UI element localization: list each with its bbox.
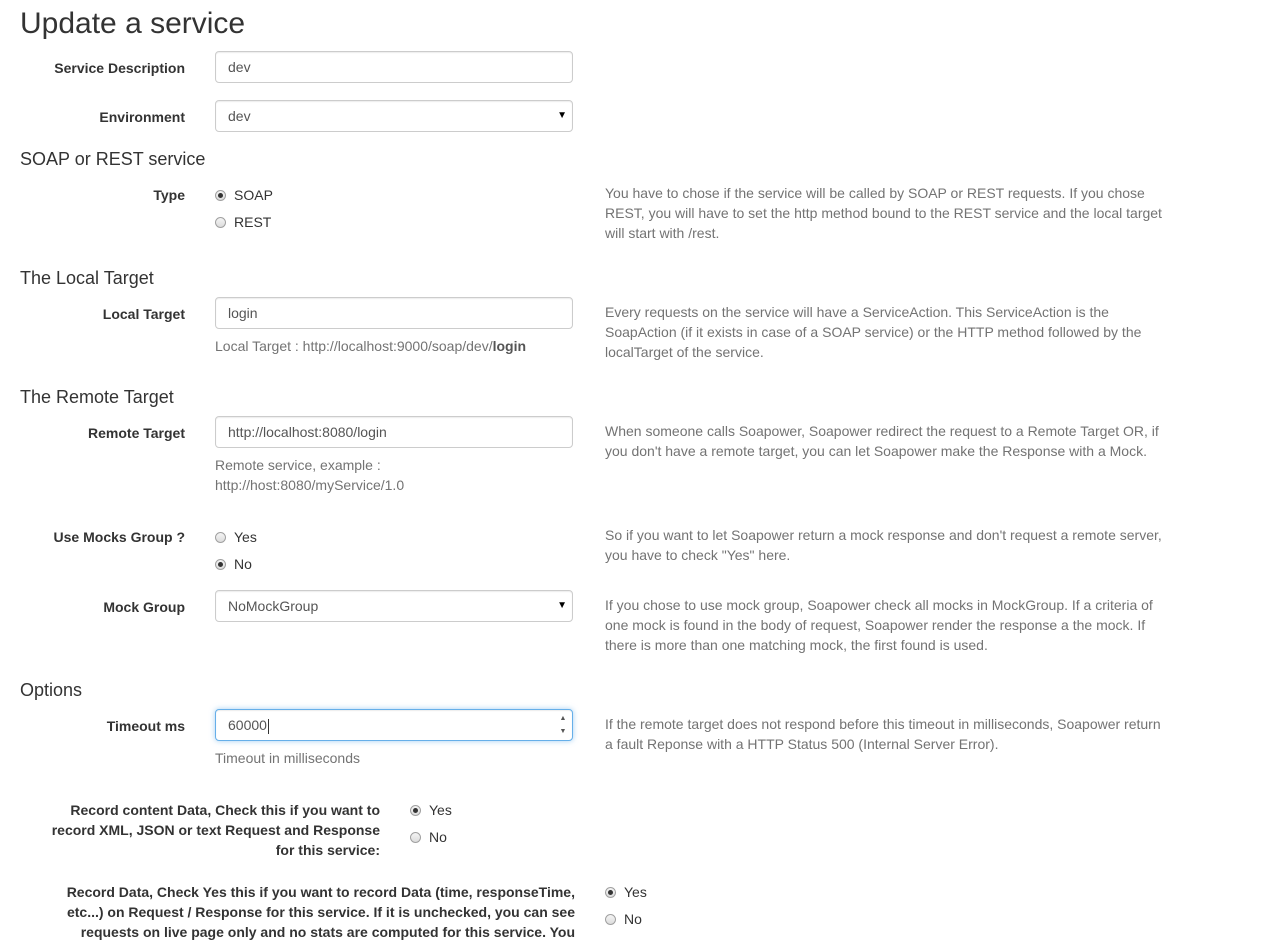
mocks-group-radio-no[interactable]: No (215, 554, 252, 574)
local-target-section-title: The Local Target (20, 268, 154, 288)
record-content-radio-yes[interactable]: Yes (410, 800, 452, 820)
record-data-label-line3: requests on live page only and no stats … (80, 924, 575, 940)
page-title: Update a service (20, 7, 246, 40)
environment-label: Environment (99, 109, 185, 125)
mocks-group-radio-no-label: No (234, 556, 252, 572)
timeout-input[interactable]: 60000 ▲ ▼ (215, 709, 573, 741)
record-content-label-line2: record XML, JSON or text Request and Res… (51, 822, 380, 838)
record-data-radio-yes-label: Yes (624, 884, 647, 900)
radio-unchecked-icon[interactable] (215, 532, 226, 543)
remote-target-section-title: The Remote Target (20, 387, 174, 407)
mocks-group-radio-yes[interactable]: Yes (215, 527, 257, 547)
environment-value: dev (228, 108, 251, 124)
timeout-label: Timeout ms (106, 718, 185, 734)
remote-target-input[interactable]: http://localhost:8080/login (215, 416, 573, 448)
remote-target-value: http://localhost:8080/login (228, 424, 387, 440)
chevron-down-icon: ▼ (557, 110, 567, 121)
options-section-title: Options (20, 680, 83, 700)
local-target-help-bold: login (492, 338, 527, 354)
timeout-description: If the remote target does not respond be… (605, 716, 1161, 752)
spinner-up-icon[interactable]: ▲ (557, 712, 569, 725)
remote-target-label: Remote Target (88, 425, 185, 441)
remote-target-description: When someone calls Soapower, Soapower re… (605, 423, 1159, 459)
number-spinner[interactable]: ▲ ▼ (557, 712, 569, 738)
record-data-radio-yes[interactable]: Yes (605, 882, 647, 902)
type-radio-soap-label: SOAP (234, 187, 273, 203)
type-radio-soap[interactable]: SOAP (215, 185, 273, 205)
use-mocks-group-description: So if you want to let Soapower return a … (605, 527, 1162, 563)
mock-group-select[interactable]: NoMockGroup ▼ (215, 590, 573, 622)
type-label: Type (153, 187, 185, 203)
type-radio-rest[interactable]: REST (215, 212, 271, 232)
service-description-value: dev (228, 59, 251, 75)
local-target-help-prefix: Local Target : http://localhost:9000/soa… (215, 338, 493, 354)
mock-group-label: Mock Group (103, 599, 185, 615)
remote-target-help-line2: http://host:8080/myService/1.0 (215, 477, 405, 493)
local-target-value: login (228, 305, 258, 321)
type-radio-rest-label: REST (234, 214, 272, 230)
service-description-label: Service Description (54, 60, 185, 76)
record-data-radio-no[interactable]: No (605, 909, 642, 929)
record-content-radio-no[interactable]: No (410, 827, 447, 847)
spinner-down-icon[interactable]: ▼ (557, 725, 569, 738)
local-target-input[interactable]: login (215, 297, 573, 329)
radio-unchecked-icon[interactable] (410, 832, 421, 843)
local-target-label: Local Target (102, 306, 185, 322)
radio-checked-icon[interactable] (605, 887, 616, 898)
environment-select[interactable]: dev ▼ (215, 100, 573, 132)
record-content-radio-yes-label: Yes (429, 802, 452, 818)
use-mocks-group-label: Use Mocks Group ? (53, 529, 185, 545)
record-content-label-line1: Record content Data, Check this if you w… (70, 802, 380, 818)
record-content-label: Record content Data, Check this if you w… (20, 800, 380, 860)
soap-rest-section-title: SOAP or REST service (20, 149, 206, 169)
service-description-input[interactable]: dev (215, 51, 573, 83)
record-data-label-line1: Record Data, Check Yes this if you want … (66, 884, 575, 900)
mock-group-description: If you chose to use mock group, Soapower… (605, 597, 1153, 653)
record-data-label: Record Data, Check Yes this if you want … (20, 882, 575, 942)
mocks-group-radio-yes-label: Yes (234, 529, 257, 545)
record-content-label-line3: for this service: (275, 842, 380, 858)
mock-group-value: NoMockGroup (228, 598, 319, 614)
remote-target-help-line1: Remote service, example : (215, 457, 381, 473)
radio-checked-icon[interactable] (215, 559, 226, 570)
timeout-value: 60000 (228, 717, 267, 733)
radio-checked-icon[interactable] (215, 190, 226, 201)
record-data-label-line2: etc...) on Request / Response for this s… (66, 904, 575, 920)
radio-checked-icon[interactable] (410, 805, 421, 816)
type-description: You have to chose if the service will be… (605, 185, 1162, 241)
local-target-help: Local Target : http://localhost:9000/soa… (215, 336, 526, 356)
radio-unchecked-icon[interactable] (605, 914, 616, 925)
radio-unchecked-icon[interactable] (215, 217, 226, 228)
chevron-down-icon: ▼ (557, 600, 567, 611)
local-target-description: Every requests on the service will have … (605, 304, 1142, 360)
record-content-radio-no-label: No (429, 829, 447, 845)
timeout-help: Timeout in milliseconds (215, 750, 360, 766)
record-data-radio-no-label: No (624, 911, 642, 927)
text-caret (267, 718, 269, 734)
